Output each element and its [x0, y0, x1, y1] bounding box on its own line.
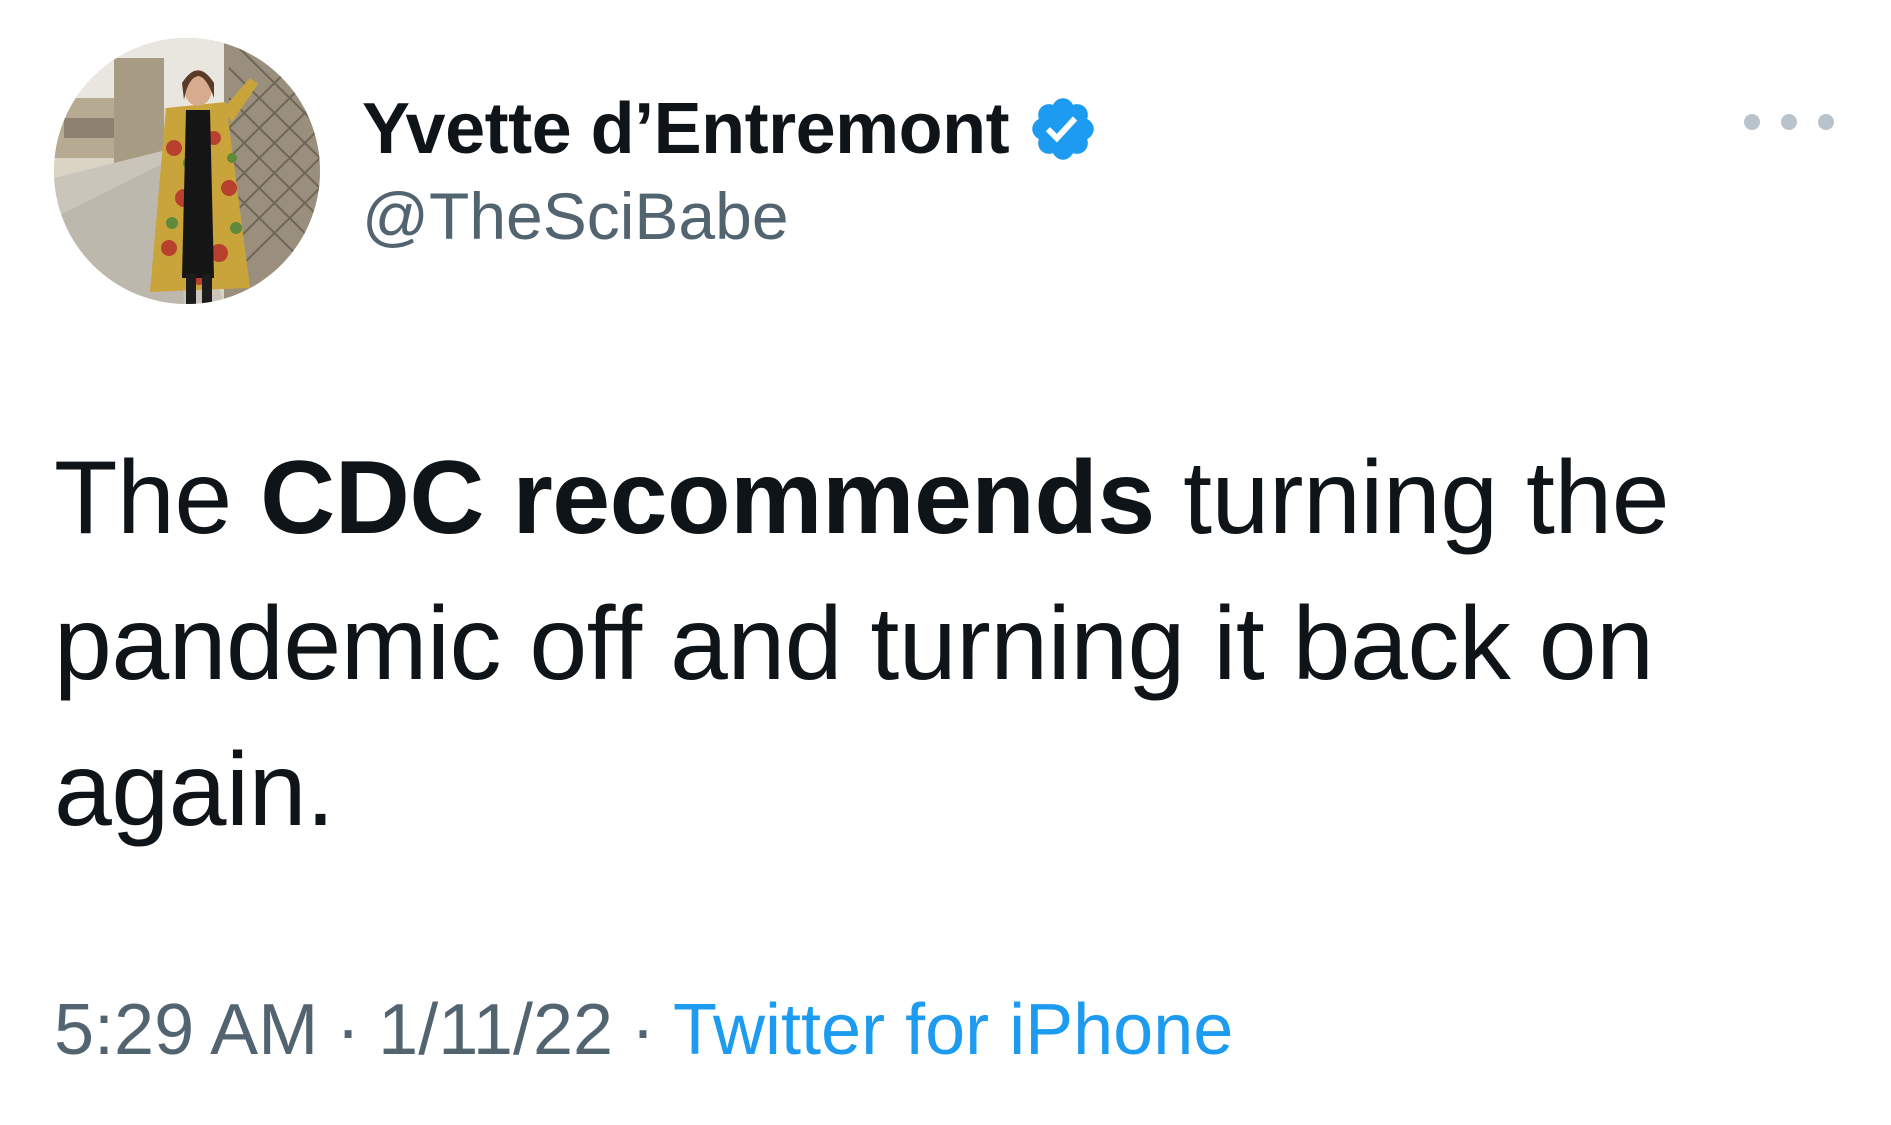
tweet-card: Yvette d’Entremont @TheSciBabe The CDC r… [0, 0, 1891, 1125]
profile-photo-icon [54, 38, 320, 304]
tweet-text-lead: The [54, 440, 261, 556]
more-options-icon [1744, 114, 1760, 130]
avatar[interactable] [54, 38, 320, 304]
display-name[interactable]: Yvette d’Entremont [362, 86, 1010, 172]
user-handle[interactable]: @TheSciBabe [362, 176, 1099, 256]
verified-badge-icon [1027, 93, 1099, 165]
more-options-icon-dot [1818, 114, 1834, 130]
tweet-source-link[interactable]: Twitter for iPhone [673, 990, 1233, 1070]
tweet-date[interactable]: 1/11/22 [378, 990, 613, 1070]
name-row: Yvette d’Entremont [362, 86, 1099, 172]
tweet-text: The CDC recommends turning the pandemic … [54, 425, 1854, 863]
tweet-meta: 5:29 AM · 1/11/22 · Twitter for iPhone [54, 985, 1233, 1075]
tweet-text-bold: CDC recommends [260, 440, 1155, 556]
tweet-time[interactable]: 5:29 AM [54, 990, 318, 1070]
more-options-button[interactable] [1744, 104, 1834, 140]
meta-separator: · [336, 990, 361, 1070]
author-identity[interactable]: Yvette d’Entremont @TheSciBabe [362, 86, 1099, 256]
meta-separator: · [631, 990, 656, 1070]
more-options-icon-dot [1781, 114, 1797, 130]
